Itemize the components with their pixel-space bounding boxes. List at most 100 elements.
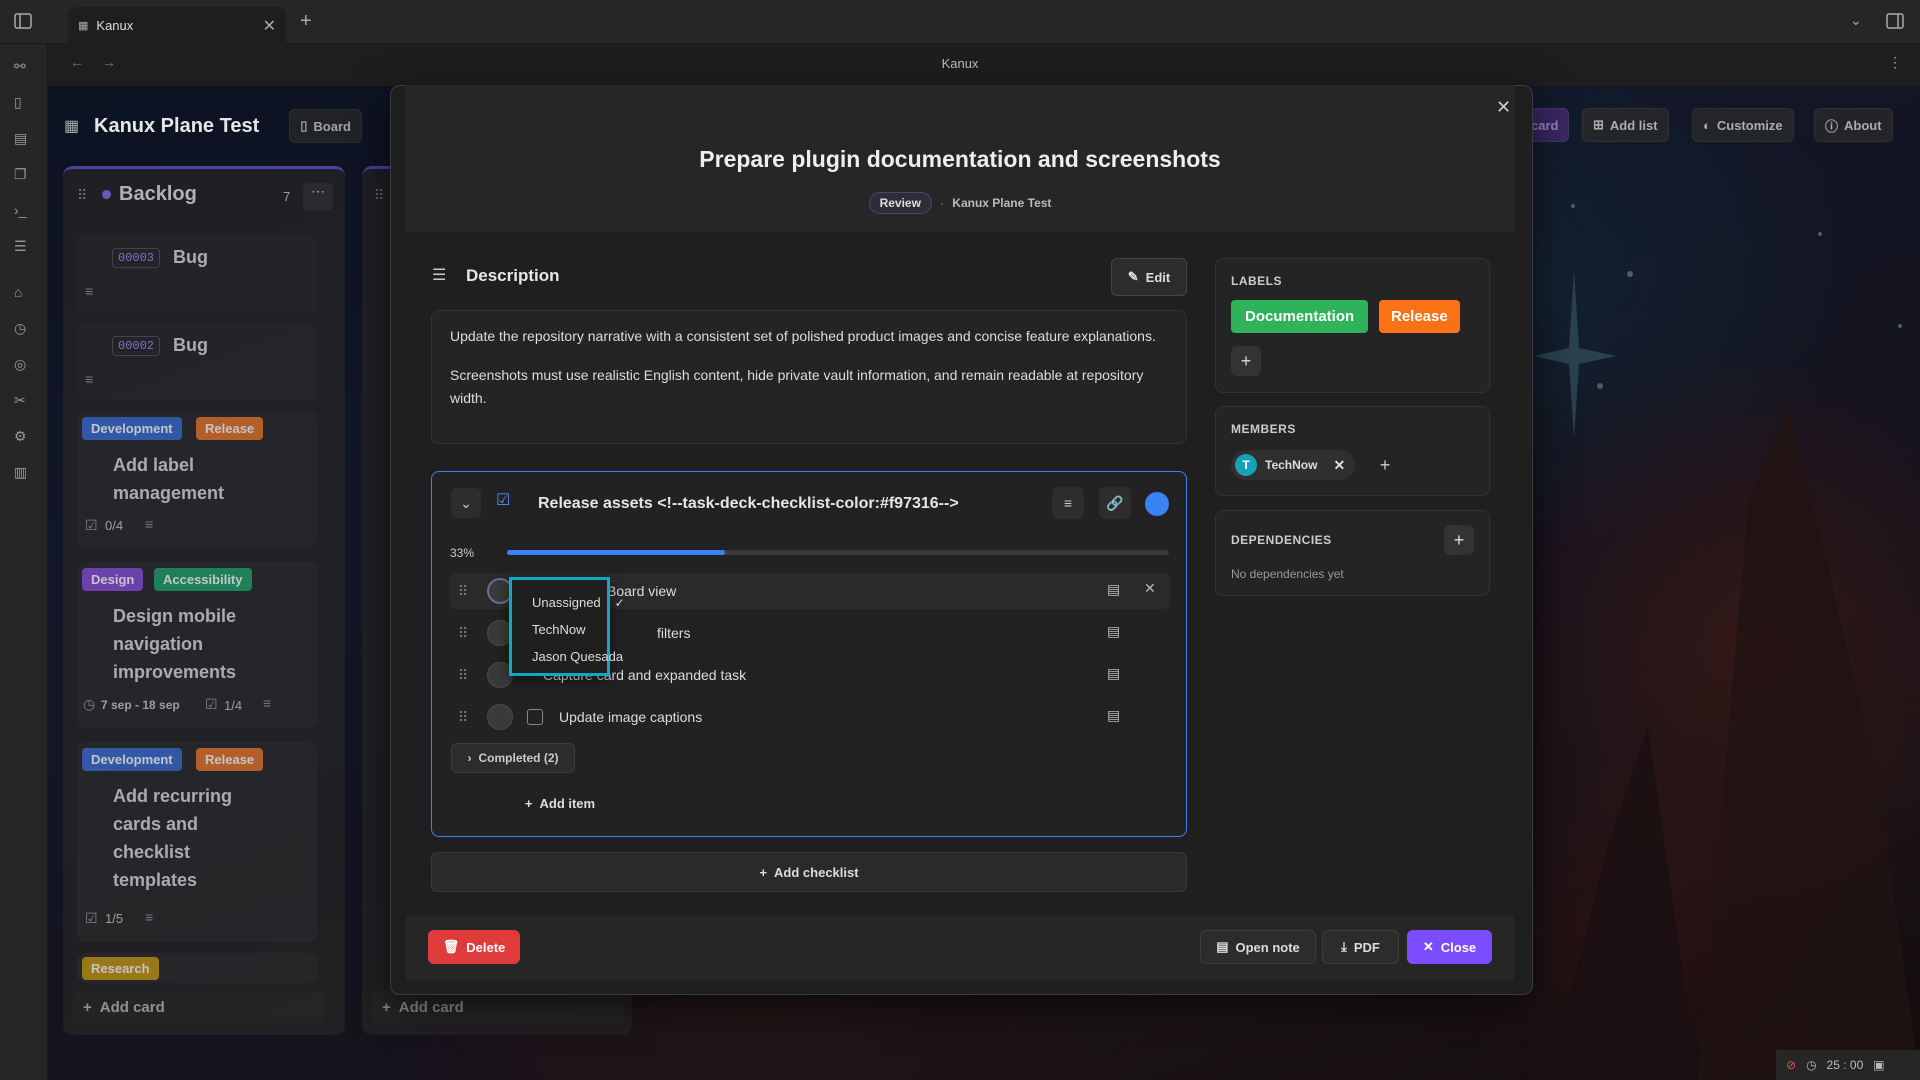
checklist-item[interactable]: ⠿ Update image captions ▤	[450, 699, 1170, 735]
description-body[interactable]: Update the repository narrative with a c…	[431, 310, 1187, 444]
status-bar: ⊘ ◷ 25 : 00 ▣	[1776, 1050, 1920, 1080]
sync-off-icon[interactable]: ⊘	[1786, 1058, 1796, 1072]
checklist-item-text[interactable]: filters	[657, 625, 690, 641]
eye-off-icon[interactable]: ◎	[14, 356, 34, 376]
calendar-icon[interactable]: ▤	[14, 130, 34, 150]
drag-handle-icon[interactable]: ⠿	[453, 625, 473, 642]
book-icon[interactable]: ▥	[14, 464, 34, 484]
close-icon: ✕	[1422, 939, 1434, 954]
nav-title: Kanux	[941, 56, 979, 71]
plugin-icon[interactable]: ⚙	[14, 428, 34, 448]
note-icon[interactable]: ▤	[1107, 581, 1127, 601]
add-card-button[interactable]: + Add card	[372, 991, 624, 1023]
dropdown-option[interactable]: TechNow	[532, 616, 607, 643]
ribbon: ⚯ ▯ ▤ ❐ ›_ ☰ ⌂ ◷ ◎ ✂ ⚙ ▥	[0, 44, 48, 1080]
tools-icon[interactable]: ✂	[14, 392, 34, 412]
checklist-notes-button[interactable]: ≡	[1052, 487, 1084, 519]
about-button[interactable]: ⓘ About	[1814, 108, 1893, 142]
label-release[interactable]: Release	[1379, 300, 1460, 333]
edit-description-button[interactable]: ✎ Edit	[1111, 258, 1187, 296]
card-add-label-management[interactable]: Development Release Add label management …	[77, 411, 317, 547]
collapse-checklist-button[interactable]: ⌄	[451, 488, 481, 518]
right-sidebar-toggle-icon[interactable]	[1886, 13, 1904, 29]
list-icon[interactable]: ☰	[14, 238, 34, 258]
card-00003[interactable]: 00003 Bug ≡	[77, 235, 317, 313]
add-card-button[interactable]: + Add card	[73, 991, 325, 1023]
close-label: Close	[1440, 939, 1477, 955]
sidebar-toggle-icon[interactable]	[14, 13, 32, 29]
modal-meta: Review · Kanux Plane Test	[406, 192, 1514, 214]
drag-handle-icon[interactable]: ⠿	[453, 583, 473, 600]
card-design-mobile-navigation[interactable]: Design Accessibility Design mobile naviga…	[77, 562, 317, 728]
assignee-avatar[interactable]	[487, 704, 513, 730]
add-item-button[interactable]: + Add item	[518, 788, 602, 818]
label-documentation[interactable]: Documentation	[1231, 300, 1369, 333]
customize-button[interactable]: ◐ Customize	[1692, 108, 1794, 142]
add-member-button[interactable]: +	[1371, 451, 1399, 479]
new-tab-icon[interactable]: +	[300, 10, 312, 33]
tab-kanux[interactable]: ▦ Kanux ✕	[68, 7, 286, 44]
drag-handle-icon[interactable]: ⠿	[453, 667, 473, 684]
checklist-item-text[interactable]: Update image captions	[559, 709, 702, 725]
link-icon[interactable]: 🔗	[1099, 487, 1131, 519]
card-title: Bug	[173, 247, 208, 267]
list-menu-button[interactable]: ⋯	[303, 183, 333, 211]
add-checklist-button[interactable]: + Add checklist	[431, 852, 1187, 892]
pomodoro-timer[interactable]: 25 : 00	[1827, 1058, 1864, 1072]
drag-handle-icon[interactable]: ⠿	[374, 187, 384, 204]
assignee-dropdown: Unassigned ✓ TechNow Jason Quesada	[509, 577, 625, 676]
add-label-button[interactable]: +	[1231, 346, 1261, 376]
card-title-line: management	[113, 483, 225, 503]
description-icon: ≡	[145, 909, 154, 925]
pdf-button[interactable]: ⤓ PDF	[1322, 930, 1399, 964]
completed-toggle[interactable]: › Completed (2)	[451, 743, 575, 773]
card-research[interactable]: Research	[77, 953, 317, 983]
labels-panel: LABELS Documentation Release +	[1215, 258, 1490, 393]
file-icon[interactable]: ▯	[14, 94, 34, 114]
dependencies-heading: DEPENDENCIES	[1231, 533, 1332, 547]
member-name: TechNow	[1265, 458, 1318, 472]
terminal-icon[interactable]: ›_	[14, 202, 34, 222]
delete-item-icon[interactable]: ✕	[1144, 580, 1164, 600]
drag-handle-icon[interactable]: ⠿	[453, 709, 473, 726]
about-label: About	[1844, 117, 1882, 133]
card-title-line: Add recurring	[113, 786, 233, 806]
board-view-button[interactable]: ▯ Board	[289, 109, 362, 143]
plus-icon: +	[83, 998, 92, 1016]
remove-member-icon[interactable]: ✕	[1333, 457, 1345, 474]
home-icon[interactable]: ⌂	[14, 284, 34, 304]
card-add-recurring-cards[interactable]: Development Release Add recurring cards a…	[77, 742, 317, 942]
note-icon[interactable]: ▤	[1107, 707, 1127, 727]
note-icon[interactable]: ▤	[1107, 665, 1127, 685]
modal-close-icon[interactable]: ✕	[1496, 97, 1511, 118]
note-icon[interactable]: ▤	[1107, 623, 1127, 643]
dropdown-option[interactable]: Jason Quesada	[532, 643, 623, 670]
close-tab-icon[interactable]: ✕	[263, 16, 276, 36]
card-00002[interactable]: 00002 Bug ≡	[77, 323, 317, 401]
chevron-down-icon[interactable]: ⌄	[1850, 12, 1862, 29]
palette-icon: ◐	[1703, 117, 1711, 133]
open-note-button[interactable]: ▤ Open note	[1200, 930, 1316, 964]
member-chip[interactable]: T TechNow ✕	[1231, 450, 1356, 480]
info-icon: ⓘ	[1825, 118, 1839, 134]
card-title-line: Add label	[113, 455, 195, 475]
close-button[interactable]: ✕ Close	[1407, 930, 1492, 964]
add-card-header-label: card	[1531, 117, 1559, 133]
description-paragraph: Update the repository narrative with a c…	[450, 328, 1156, 344]
drag-handle-icon[interactable]: ⠿	[77, 187, 87, 204]
checklist-title[interactable]: Release assets <!--task-deck-checklist-c…	[538, 495, 959, 513]
checklist-color-dot[interactable]	[1145, 492, 1169, 516]
timer-icon[interactable]: ◷	[14, 320, 34, 340]
description-icon: ≡	[85, 283, 94, 299]
item-checkbox[interactable]	[527, 709, 543, 725]
delete-button[interactable]: 🗑 Delete	[428, 930, 520, 964]
lock-icon[interactable]: ▣	[1873, 1058, 1884, 1072]
dropdown-option[interactable]: Unassigned ✓	[532, 589, 625, 616]
add-dependency-button[interactable]: +	[1444, 525, 1474, 555]
add-list-button[interactable]: ⊞ Add list	[1582, 108, 1669, 142]
copy-icon[interactable]: ❐	[14, 166, 34, 186]
progress-text: 33%	[450, 546, 475, 560]
card-title-line: navigation	[113, 634, 204, 654]
label-tag: Research	[82, 957, 159, 980]
dependencies-panel: DEPENDENCIES + No dependencies yet	[1215, 510, 1490, 596]
